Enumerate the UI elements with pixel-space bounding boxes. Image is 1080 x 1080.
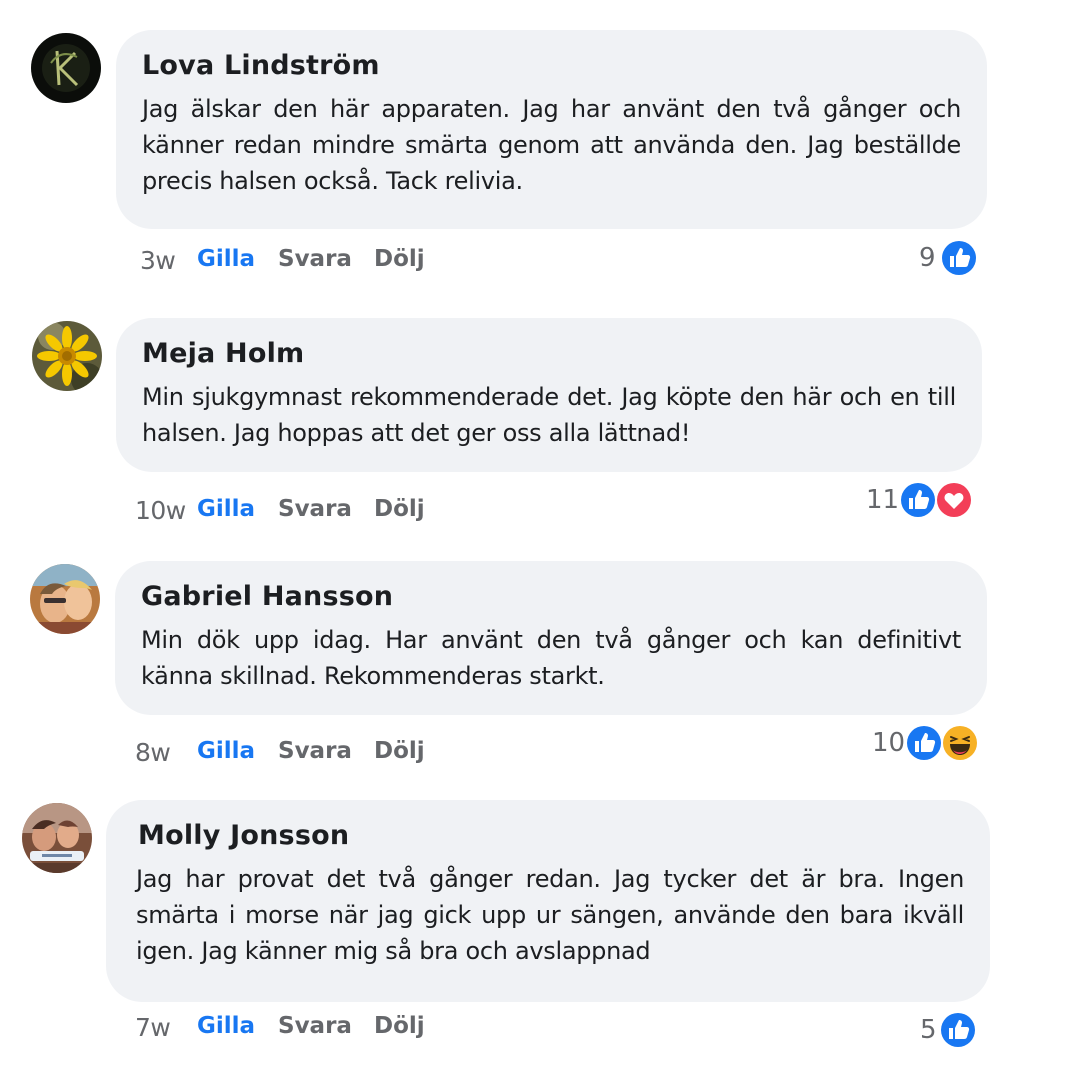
reply-button[interactable]: Svara bbox=[278, 738, 352, 764]
reaction-summary[interactable]: 9 bbox=[915, 236, 985, 280]
like-icon bbox=[939, 1011, 977, 1049]
comment-actions: 8w Gilla Svara Dölj bbox=[135, 732, 535, 772]
like-icon bbox=[899, 481, 937, 519]
comment-timestamp[interactable]: 7w bbox=[135, 1013, 171, 1042]
like-button[interactable]: Gilla bbox=[197, 246, 255, 272]
love-icon bbox=[935, 481, 973, 519]
comment-bubble: Molly Jonsson Jag har provat det två gån… bbox=[106, 800, 990, 1002]
comment-timestamp[interactable]: 10w bbox=[135, 496, 186, 525]
like-button[interactable]: Gilla bbox=[197, 1013, 255, 1039]
comment-actions: 10w Gilla Svara Dölj bbox=[135, 490, 535, 530]
avatar[interactable] bbox=[22, 803, 92, 873]
avatar[interactable] bbox=[32, 321, 102, 391]
comment-text: Jag älskar den här apparaten. Jag har an… bbox=[142, 95, 961, 195]
comment-text: Min dök upp idag. Har använt den två gån… bbox=[141, 626, 961, 690]
reaction-count: 9 bbox=[919, 243, 936, 273]
comment-actions: 3w Gilla Svara Dölj bbox=[140, 240, 540, 280]
like-button[interactable]: Gilla bbox=[197, 496, 255, 522]
avatar-image bbox=[22, 803, 92, 873]
reaction-count: 11 bbox=[866, 485, 900, 515]
avatar[interactable] bbox=[31, 33, 101, 103]
avatar[interactable] bbox=[30, 564, 100, 634]
comment-bubble: Meja Holm Min sjukgymnast rekommenderade… bbox=[116, 318, 982, 472]
reply-button[interactable]: Svara bbox=[278, 496, 352, 522]
comment-actions: 7w Gilla Svara Dölj bbox=[135, 1007, 535, 1047]
comment-text: Jag har provat det två gånger redan. Jag… bbox=[136, 865, 964, 965]
reply-button[interactable]: Svara bbox=[278, 246, 352, 272]
comment-bubble: Gabriel Hansson Min dök upp idag. Har an… bbox=[115, 561, 987, 715]
haha-icon bbox=[941, 724, 979, 762]
comment-timestamp[interactable]: 8w bbox=[135, 738, 171, 767]
commenter-name[interactable]: Lova Lindström bbox=[142, 50, 961, 81]
reaction-summary[interactable]: 11 bbox=[862, 478, 977, 522]
reaction-summary[interactable]: 5 bbox=[918, 1008, 988, 1052]
reply-button[interactable]: Svara bbox=[278, 1013, 352, 1039]
avatar-image bbox=[30, 564, 100, 634]
comment-text: Min sjukgymnast rekommenderade det. Jag … bbox=[142, 383, 956, 447]
commenter-name[interactable]: Gabriel Hansson bbox=[141, 581, 961, 612]
like-icon bbox=[940, 239, 978, 277]
comment-bubble: Lova Lindström Jag älskar den här appara… bbox=[116, 30, 987, 229]
hide-button[interactable]: Dölj bbox=[374, 496, 425, 522]
avatar-image bbox=[32, 321, 102, 391]
commenter-name[interactable]: Meja Holm bbox=[142, 338, 956, 369]
like-button[interactable]: Gilla bbox=[197, 738, 255, 764]
commenter-name[interactable]: Molly Jonsson bbox=[138, 820, 964, 851]
hide-button[interactable]: Dölj bbox=[374, 738, 425, 764]
hide-button[interactable]: Dölj bbox=[374, 246, 425, 272]
reaction-count: 10 bbox=[872, 728, 906, 758]
reaction-count: 5 bbox=[920, 1015, 937, 1045]
avatar-image bbox=[31, 33, 101, 103]
reaction-summary[interactable]: 10 bbox=[868, 721, 983, 765]
hide-button[interactable]: Dölj bbox=[374, 1013, 425, 1039]
like-icon bbox=[905, 724, 943, 762]
comment-timestamp[interactable]: 3w bbox=[140, 246, 176, 275]
